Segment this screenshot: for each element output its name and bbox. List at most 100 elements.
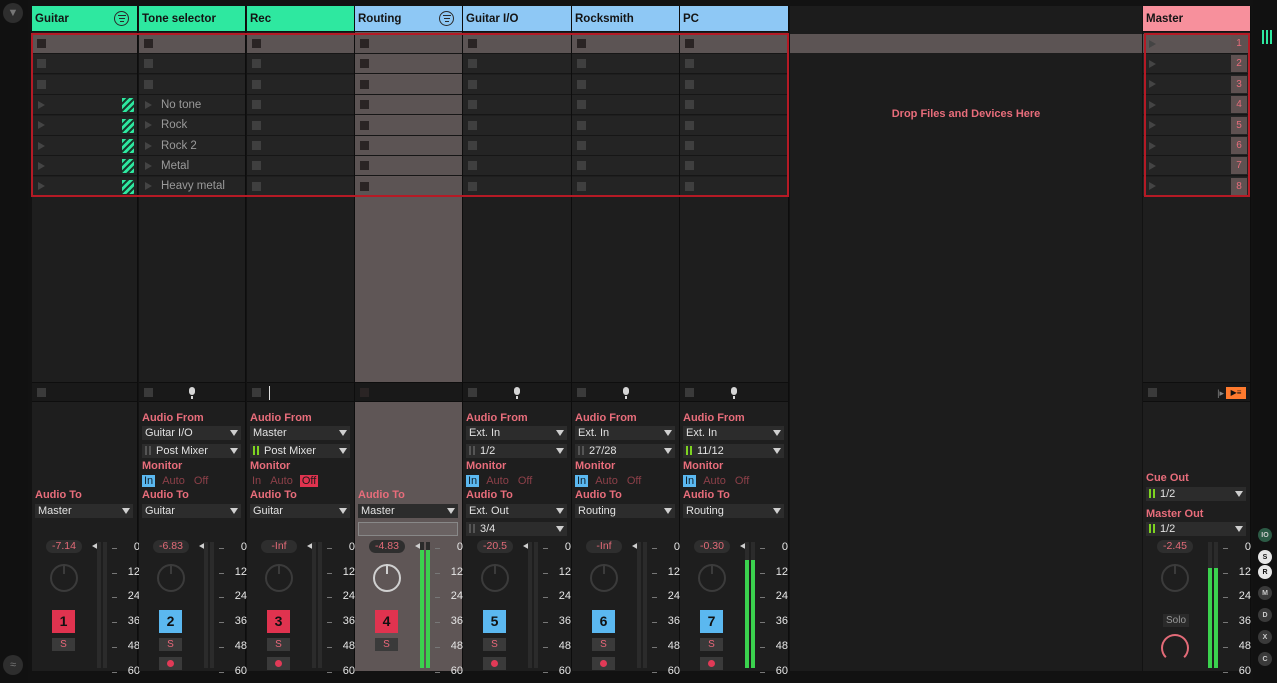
track-header[interactable]: Routing: [355, 6, 462, 32]
audio-to-dropdown[interactable]: Master: [35, 504, 133, 518]
track-activator-button[interactable]: 2: [159, 610, 182, 633]
clip-slot[interactable]: [463, 34, 571, 54]
clip-slot[interactable]: [355, 74, 462, 95]
master-pan-knob[interactable]: [1161, 564, 1189, 592]
clip-slot[interactable]: [247, 136, 354, 156]
clip-stop-button[interactable]: [468, 100, 477, 110]
clip-slot[interactable]: [572, 136, 679, 156]
clip-slot[interactable]: [680, 176, 788, 197]
clip-stop-button[interactable]: [685, 161, 694, 171]
scene-slot[interactable]: 5: [1143, 115, 1250, 136]
clip-stop-button[interactable]: [468, 161, 477, 171]
view-toggle-c-icon[interactable]: C: [1258, 652, 1272, 666]
clip-play-icon[interactable]: [38, 141, 45, 150]
clip-slot[interactable]: [32, 95, 137, 116]
audio-to-dropdown[interactable]: Routing: [575, 504, 675, 518]
arm-button[interactable]: [592, 657, 615, 670]
clip-stop-button[interactable]: [577, 141, 586, 150]
stop-all-clips-button[interactable]: [1148, 387, 1157, 397]
clip-stop-button[interactable]: [685, 120, 694, 130]
clip-slot[interactable]: [355, 156, 462, 177]
monitor-off-button[interactable]: Off: [192, 475, 210, 487]
arm-mic-icon[interactable]: [731, 387, 737, 399]
cue-volume-knob[interactable]: [1161, 634, 1189, 662]
arm-mic-icon[interactable]: [622, 387, 629, 399]
clip-stop-button[interactable]: [468, 59, 477, 69]
monitor-auto-button[interactable]: Auto: [268, 475, 295, 487]
clip-stop-button[interactable]: [685, 100, 694, 110]
clip-slot[interactable]: [247, 54, 354, 75]
stop-clips-button[interactable]: [144, 387, 153, 397]
clip-slot[interactable]: [572, 95, 679, 116]
clip-stop-button[interactable]: [144, 39, 153, 48]
clip-slot[interactable]: [680, 136, 788, 156]
audio-to-dropdown[interactable]: Master: [358, 504, 458, 518]
stop-clips-button[interactable]: [360, 387, 369, 397]
master-volume-readout[interactable]: -2.45: [1157, 540, 1193, 553]
clip-slot[interactable]: [680, 34, 788, 54]
clip-stop-button[interactable]: [468, 79, 477, 89]
monitor-in-button[interactable]: In: [142, 475, 156, 487]
clip-slot[interactable]: [463, 95, 571, 116]
clip-stop-button[interactable]: [577, 79, 586, 89]
clip-stop-button[interactable]: [685, 59, 694, 69]
scene-slot[interactable]: 7: [1143, 156, 1250, 177]
audio-from-dropdown[interactable]: Ext. In: [466, 426, 567, 440]
clip-slot[interactable]: [680, 95, 788, 116]
view-toggle-m-icon[interactable]: M: [1258, 586, 1272, 600]
clip-slot[interactable]: [680, 54, 788, 75]
monitor-auto-button[interactable]: Auto: [160, 475, 187, 487]
clip-play-icon[interactable]: [38, 182, 45, 191]
scene-slot[interactable]: 6: [1143, 136, 1250, 156]
clip-slot[interactable]: [463, 136, 571, 156]
clip-stop-button[interactable]: [685, 39, 694, 48]
track-volume-readout[interactable]: -20.5: [477, 540, 513, 553]
stop-clips-button[interactable]: [685, 387, 694, 397]
stop-clips-button[interactable]: [577, 387, 586, 397]
clip-slot[interactable]: [572, 115, 679, 136]
track-header[interactable]: PC: [680, 6, 788, 32]
clip-slot[interactable]: [463, 54, 571, 75]
view-toggle-io-icon[interactable]: IO: [1258, 528, 1272, 542]
audio-from-channel-dropdown[interactable]: 1/2: [466, 444, 567, 458]
track-header[interactable]: Rocksmith: [572, 6, 679, 32]
arm-mic-icon[interactable]: [189, 387, 195, 399]
clip-slot[interactable]: [355, 115, 462, 136]
track-volume-readout[interactable]: -0.30: [694, 540, 730, 553]
clip-stop-button[interactable]: [252, 39, 261, 48]
group-fold-icon[interactable]: [114, 11, 129, 26]
clip-slot[interactable]: [247, 176, 354, 197]
clip-stop-button[interactable]: [360, 100, 369, 110]
track-activator-button[interactable]: 4: [375, 610, 398, 633]
clip-play-icon[interactable]: [145, 121, 152, 130]
clip-stop-button[interactable]: [577, 161, 586, 171]
pan-knob[interactable]: [373, 564, 401, 592]
scene-slot[interactable]: 4: [1143, 95, 1250, 116]
clip-slot[interactable]: [355, 136, 462, 156]
clip-slot[interactable]: [247, 74, 354, 95]
scene-slot[interactable]: 8: [1143, 176, 1250, 197]
arm-button[interactable]: [267, 657, 290, 670]
clip-slot[interactable]: [247, 95, 354, 116]
scene-slot[interactable]: 1: [1143, 34, 1250, 54]
monitor-off-button[interactable]: Off: [299, 475, 319, 487]
clip-stop-button[interactable]: [252, 181, 261, 191]
solo-button[interactable]: S: [267, 638, 290, 651]
clip-stop-button[interactable]: [468, 141, 477, 150]
clip-slot[interactable]: [572, 156, 679, 177]
stop-clips-button[interactable]: [37, 387, 46, 397]
audio-from-dropdown[interactable]: Guitar I/O: [142, 426, 241, 440]
pan-knob[interactable]: [265, 564, 293, 592]
clip-slot[interactable]: Metal: [139, 156, 245, 177]
pan-knob[interactable]: [481, 564, 509, 592]
clip-slot[interactable]: [463, 74, 571, 95]
stop-clips-button[interactable]: [252, 387, 261, 397]
pan-knob[interactable]: [157, 564, 185, 592]
audio-from-channel-dropdown[interactable]: Post Mixer: [142, 444, 241, 458]
clip-slot[interactable]: [32, 156, 137, 177]
clip-stop-button[interactable]: [252, 59, 261, 69]
groove-pool-icon[interactable]: ≈: [3, 655, 23, 675]
clip-stop-button[interactable]: [577, 120, 586, 130]
track-activator-button[interactable]: 5: [483, 610, 506, 633]
clip-stop-button[interactable]: [360, 161, 369, 171]
